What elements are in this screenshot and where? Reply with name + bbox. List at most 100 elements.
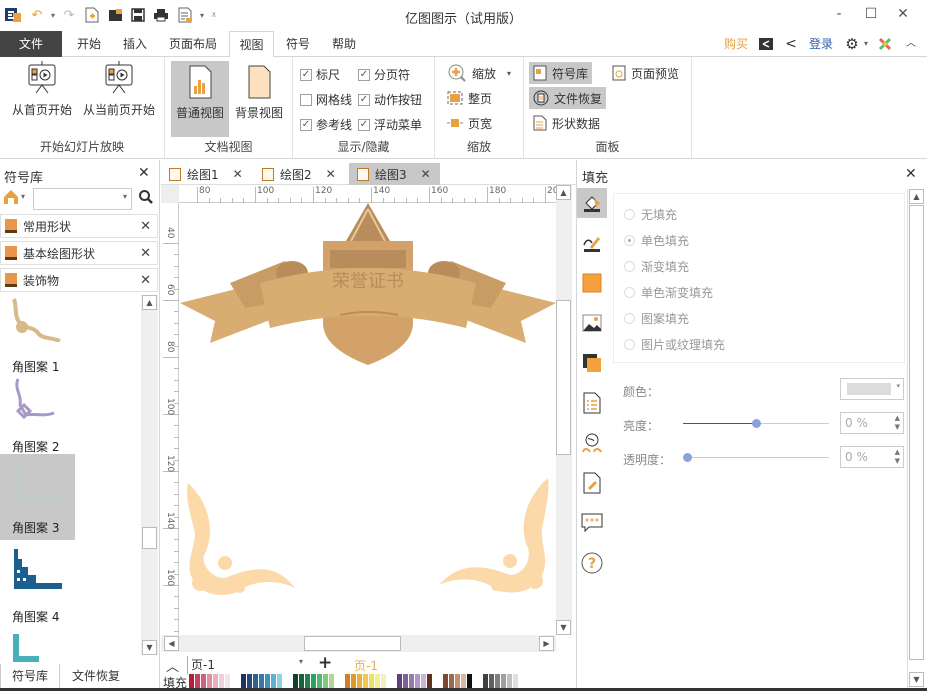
palette-swatch[interactable] <box>375 674 380 688</box>
close-library-icon[interactable]: ✕ <box>140 246 151 261</box>
attachment-doc-icon[interactable] <box>577 468 607 498</box>
settings-gear-icon[interactable]: ⚙ <box>841 31 863 57</box>
palette-swatch[interactable] <box>381 674 386 688</box>
close-panel-icon[interactable]: ✕ <box>905 166 917 182</box>
background-view-button[interactable]: 背景视图 <box>231 61 287 121</box>
palette-swatch[interactable] <box>305 674 310 688</box>
palette-swatch[interactable] <box>495 674 500 688</box>
transparency-slider[interactable] <box>683 453 829 462</box>
palette-swatch[interactable] <box>317 674 322 688</box>
tab-help[interactable]: 帮助 <box>324 31 364 57</box>
radio-no-fill[interactable]: 无填充 <box>624 206 677 223</box>
scroll-up-button[interactable]: ▲ <box>909 189 924 204</box>
share-icon[interactable]: < <box>781 31 801 57</box>
checkbox-floating-menu[interactable]: ✓ 浮动菜单 <box>358 116 422 133</box>
library-common-shapes[interactable]: 常用形状 ✕ <box>0 214 158 238</box>
current-page-tab[interactable]: 页-1 <box>354 657 378 674</box>
close-library-icon[interactable]: ✕ <box>140 273 151 288</box>
palette-swatch[interactable] <box>201 674 206 688</box>
tab-home[interactable]: 开始 <box>68 31 110 57</box>
home-dropdown-icon[interactable]: ▾ <box>21 192 25 201</box>
collapse-pages-icon[interactable]: ︿ <box>166 656 179 675</box>
checkbox-action-button[interactable]: ✓ 动作按钮 <box>358 91 422 108</box>
slideshow-from-first-button[interactable]: 从首页开始 <box>6 61 78 118</box>
palette-swatch[interactable] <box>455 674 460 688</box>
slider-knob[interactable] <box>752 419 761 428</box>
scroll-up-button[interactable]: ▲ <box>142 295 157 310</box>
login-link[interactable]: 登录 <box>805 31 837 57</box>
radio-pattern-fill[interactable]: 图案填充 <box>624 310 689 327</box>
checkbox-grid[interactable]: 网格线 <box>300 91 352 108</box>
tab-page-layout[interactable]: 页面布局 <box>162 31 224 57</box>
palette-swatch[interactable] <box>259 674 264 688</box>
comment-icon[interactable] <box>577 508 607 538</box>
scroll-down-button[interactable]: ▼ <box>556 620 571 635</box>
collapse-ribbon-icon[interactable]: ︿ <box>902 31 920 57</box>
search-dropdown-icon[interactable]: ▾ <box>123 192 127 201</box>
tab-file[interactable]: 文件 <box>0 31 62 57</box>
doc-tab-1[interactable]: 绘图1 ✕ <box>161 163 251 185</box>
shape-corner-pattern-2[interactable]: 角图案 2 <box>0 373 75 459</box>
radio-solid-fill[interactable]: 单色填充 <box>624 232 689 249</box>
radio-gradient-fill[interactable]: 渐变填充 <box>624 258 689 275</box>
palette-swatch[interactable] <box>299 674 304 688</box>
tab-insert[interactable]: 插入 <box>114 31 156 57</box>
bottom-tab-file-recovery[interactable]: 文件恢复 <box>62 664 130 691</box>
palette-swatch[interactable] <box>483 674 488 688</box>
scroll-thumb[interactable] <box>142 527 157 549</box>
fill-panel-scrollbar[interactable]: ▲ ▼ <box>907 189 925 689</box>
globe-people-icon[interactable] <box>577 428 607 458</box>
shadow-square-icon[interactable] <box>577 268 607 298</box>
palette-swatch[interactable] <box>253 674 258 688</box>
palette-swatch[interactable] <box>241 674 246 688</box>
palette-swatch[interactable] <box>225 674 230 688</box>
shape-data-button[interactable]: 形状数据 <box>529 112 604 134</box>
scroll-down-button[interactable]: ▼ <box>142 640 157 655</box>
checkbox-page-break[interactable]: ✓ 分页符 <box>358 66 410 83</box>
settings-dropdown-icon[interactable]: ▾ <box>861 31 871 57</box>
palette-swatch[interactable] <box>345 674 350 688</box>
shape-corner-pattern-1[interactable]: 角图案 1 <box>0 293 75 379</box>
checkbox-guides[interactable]: ✓ 参考线 <box>300 116 352 133</box>
palette-swatch[interactable] <box>329 674 334 688</box>
palette-swatch[interactable] <box>311 674 316 688</box>
close-library-icon[interactable]: ✕ <box>140 219 151 234</box>
palette-swatch[interactable] <box>277 674 282 688</box>
fill-bucket-icon[interactable] <box>577 188 607 218</box>
spinner-arrows-icon[interactable]: ▲ ▼ <box>895 414 900 432</box>
tab-symbol[interactable]: 符号 <box>278 31 318 57</box>
palette-swatch[interactable] <box>213 674 218 688</box>
scroll-thumb[interactable] <box>304 636 401 651</box>
bottom-tab-symbol-library[interactable]: 符号库 <box>0 664 60 691</box>
brightness-slider[interactable] <box>683 419 829 428</box>
library-decorations[interactable]: 装饰物 ✕ <box>0 268 158 292</box>
palette-swatch[interactable] <box>409 674 414 688</box>
palette-swatch[interactable] <box>501 674 506 688</box>
scroll-down-button[interactable]: ▼ <box>909 672 924 687</box>
scroll-thumb[interactable] <box>909 205 924 660</box>
search-icon[interactable] <box>138 189 154 208</box>
radio-single-gradient-fill[interactable]: 单色渐变填充 <box>624 284 713 301</box>
doc-tab-3[interactable]: 绘图3 ✕ <box>349 163 440 185</box>
help-icon[interactable]: ? <box>577 548 607 578</box>
close-button[interactable]: ✕ <box>888 3 918 25</box>
radio-picture-texture-fill[interactable]: 图片或纹理填充 <box>624 336 725 353</box>
palette-swatch[interactable] <box>293 674 298 688</box>
document-list-icon[interactable] <box>577 388 607 418</box>
library-basic-drawing-shapes[interactable]: 基本绘图形状 ✕ <box>0 241 158 265</box>
close-tab-icon[interactable]: ✕ <box>421 167 431 181</box>
share-box-icon[interactable] <box>756 31 776 57</box>
palette-swatch[interactable] <box>265 674 270 688</box>
color-picker[interactable]: ▾ <box>840 378 904 400</box>
scroll-up-button[interactable]: ▲ <box>556 185 571 200</box>
scroll-right-button[interactable]: ▶ <box>539 636 554 651</box>
page-width-button[interactable]: 页宽 <box>443 112 496 134</box>
palette-swatch[interactable] <box>247 674 252 688</box>
palette-swatch[interactable] <box>403 674 408 688</box>
close-tab-icon[interactable]: ✕ <box>326 167 336 181</box>
palette-swatch[interactable] <box>507 674 512 688</box>
palette-swatch[interactable] <box>443 674 448 688</box>
palette-swatch[interactable] <box>357 674 362 688</box>
color-dropdown-icon[interactable]: ▾ <box>896 382 900 390</box>
palette-swatch[interactable] <box>219 674 224 688</box>
